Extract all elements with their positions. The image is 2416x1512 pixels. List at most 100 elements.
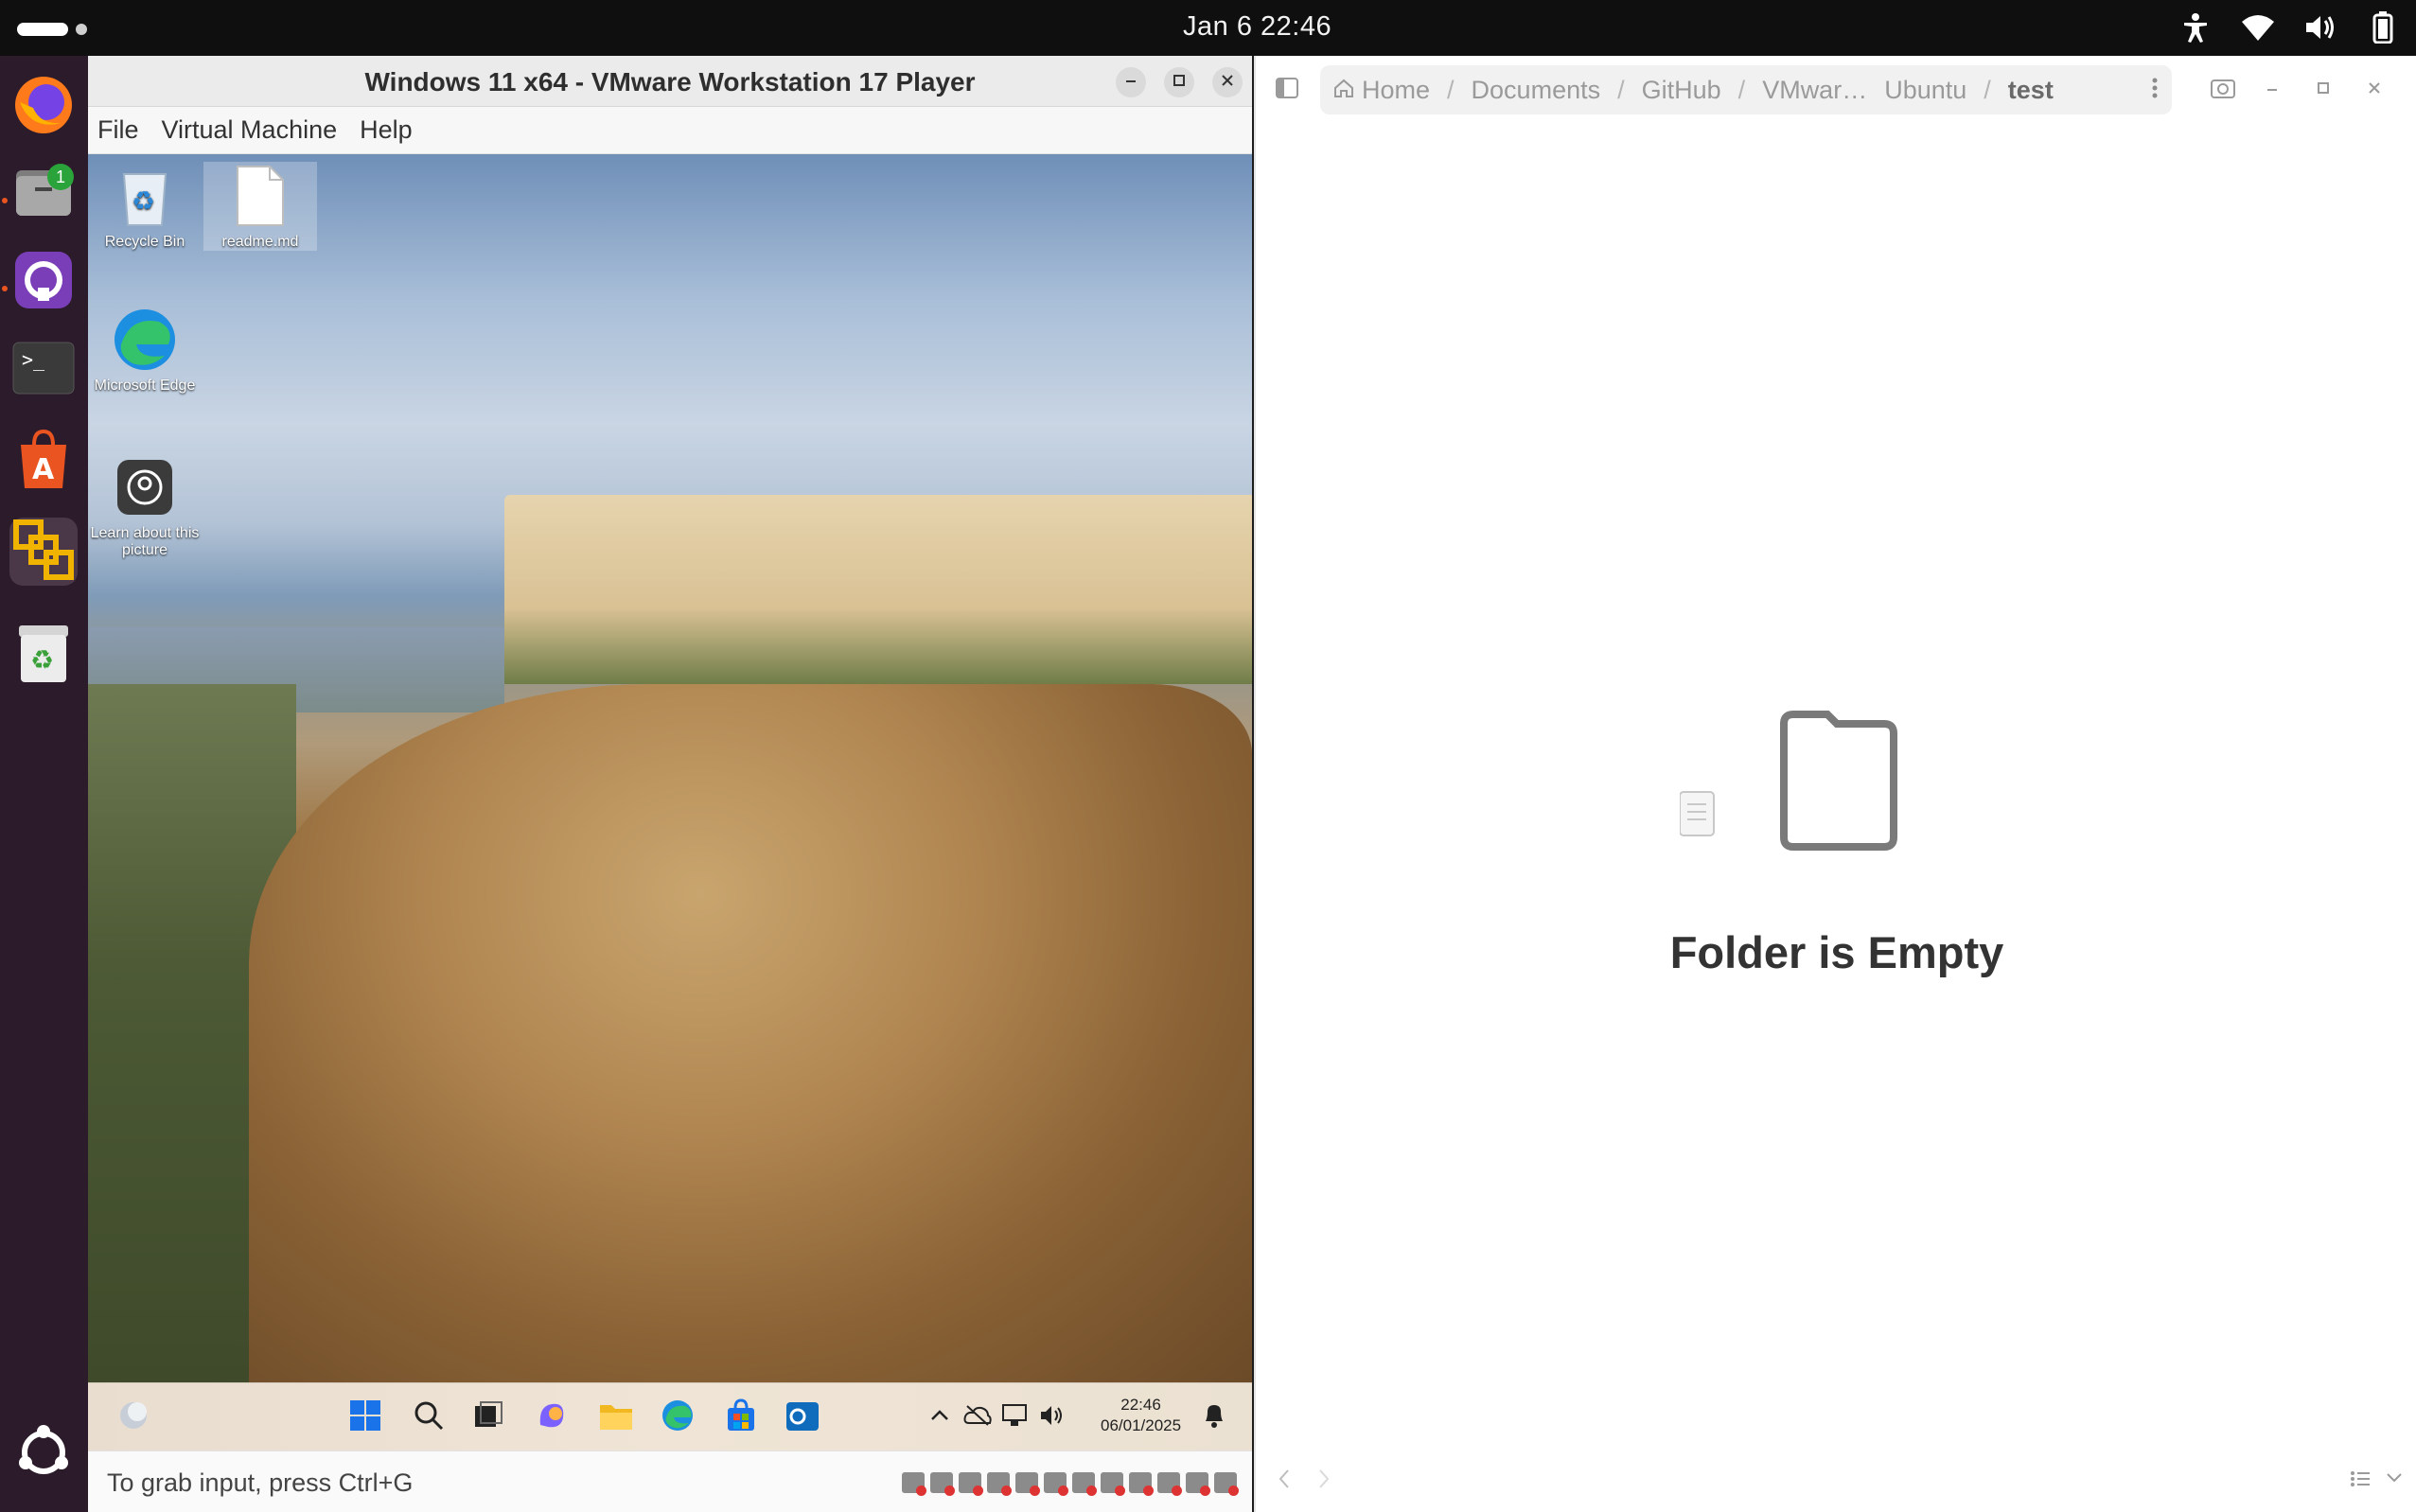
- github-launcher[interactable]: [9, 248, 78, 316]
- camera-icon: [111, 453, 179, 521]
- weather-icon: [116, 1398, 150, 1437]
- store-button[interactable]: [722, 1398, 760, 1436]
- sidebar-icon: [1275, 78, 1299, 103]
- menu-file[interactable]: File: [97, 115, 139, 145]
- vmware-titlebar[interactable]: Windows 11 x64 - VMware Workstation 17 P…: [88, 56, 1252, 107]
- vmware-launcher[interactable]: [9, 518, 78, 586]
- usb-device-icon[interactable]: [1186, 1472, 1210, 1496]
- maximize-button[interactable]: [2308, 75, 2338, 105]
- network-adapter-icon[interactable]: [987, 1472, 1012, 1496]
- workspace-indicator[interactable]: [17, 23, 68, 36]
- menu-virtual-machine[interactable]: Virtual Machine: [162, 115, 338, 145]
- terminal-launcher[interactable]: >_: [9, 336, 78, 404]
- taskbar-date: 06/01/2025: [1101, 1416, 1182, 1434]
- forward-button[interactable]: [1316, 1468, 1331, 1495]
- dock: 1 >_ A ♻: [0, 56, 88, 1512]
- terminal-icon: >_: [12, 342, 75, 399]
- volume-icon[interactable]: [2302, 9, 2338, 45]
- view-toggle-button[interactable]: [2350, 1469, 2371, 1493]
- trash-launcher[interactable]: ♻: [9, 621, 78, 689]
- accessibility-icon[interactable]: [2178, 9, 2213, 45]
- svg-text:>_: >_: [22, 348, 45, 371]
- close-button[interactable]: [1212, 67, 1243, 97]
- taskbar-search-button[interactable]: [410, 1398, 448, 1436]
- show-apps-button[interactable]: [9, 1420, 78, 1488]
- path-menu-button[interactable]: [2151, 77, 2159, 106]
- sidebar-toggle-button[interactable]: [1275, 77, 1299, 104]
- usb-device-icon[interactable]: [1129, 1472, 1154, 1496]
- task-view-icon: [471, 1398, 505, 1437]
- copilot-button[interactable]: [533, 1398, 571, 1436]
- message-log-icon[interactable]: [1214, 1472, 1239, 1496]
- edge-taskbar-button[interactable]: [659, 1398, 697, 1436]
- app-center-launcher[interactable]: A: [9, 427, 78, 495]
- widgets-button[interactable]: [115, 1398, 152, 1436]
- usb-device-icon[interactable]: [1101, 1472, 1125, 1496]
- firefox-launcher[interactable]: [9, 73, 78, 141]
- usb-device-icon[interactable]: [1044, 1472, 1068, 1496]
- wallpaper-cliff: [249, 684, 1252, 1382]
- outlook-button[interactable]: [784, 1398, 821, 1436]
- volume-button[interactable]: [1034, 1398, 1072, 1436]
- menu-help[interactable]: Help: [360, 115, 413, 145]
- files-launcher[interactable]: 1: [9, 160, 78, 228]
- home-icon[interactable]: [1333, 76, 1354, 105]
- breadcrumb-separator: /: [1447, 75, 1455, 104]
- start-button[interactable]: [346, 1398, 384, 1436]
- maximize-button[interactable]: [1164, 67, 1194, 97]
- desktop-icon-learn-picture[interactable]: Learn about this picture: [88, 453, 202, 559]
- edge-icon: [111, 306, 179, 374]
- usb-device-icon[interactable]: [1072, 1472, 1097, 1496]
- minimize-button[interactable]: [2257, 75, 2287, 105]
- file-explorer-button[interactable]: [597, 1398, 635, 1436]
- minimize-button[interactable]: [1116, 67, 1146, 97]
- list-view-icon: [2350, 1471, 2371, 1492]
- desktop-icon-label: Microsoft Edge: [94, 378, 196, 394]
- breadcrumb-test[interactable]: test: [2008, 76, 2054, 105]
- desktop-icon-edge[interactable]: Microsoft Edge: [88, 306, 202, 395]
- recycle-bin-icon: ♻: [111, 162, 179, 230]
- breadcrumb-ubuntu[interactable]: Ubuntu: [1884, 76, 1966, 105]
- grab-input-hint: To grab input, press Ctrl+G: [107, 1468, 414, 1497]
- onedrive-button[interactable]: [959, 1398, 996, 1436]
- close-button[interactable]: [2359, 75, 2390, 105]
- files-window: Home / Documents / GitHub / VMwar… Ubunt…: [1254, 56, 2416, 1512]
- hard-disk-icon[interactable]: [902, 1472, 926, 1496]
- desktop-icon-recycle-bin[interactable]: ♻ Recycle Bin: [88, 162, 202, 251]
- breadcrumb-vmware[interactable]: VMwar…: [1762, 76, 1867, 105]
- notifications-button[interactable]: [1195, 1398, 1233, 1436]
- usb-device-icon[interactable]: [1015, 1472, 1040, 1496]
- taskbar-clock[interactable]: 22:46 06/01/2025: [1101, 1395, 1181, 1436]
- breadcrumb-github[interactable]: GitHub: [1642, 76, 1721, 105]
- desktop-icon-readme[interactable]: readme.md: [203, 162, 317, 251]
- sound-card-icon[interactable]: [1157, 1472, 1182, 1496]
- back-button[interactable]: [1277, 1468, 1292, 1495]
- view-options-button[interactable]: [2386, 1471, 2403, 1489]
- breadcrumb-documents[interactable]: Documents: [1472, 76, 1601, 105]
- breadcrumb-separator: /: [1984, 75, 1991, 104]
- chevron-right-icon: [1316, 1469, 1331, 1494]
- guest-desktop[interactable]: ♻ Recycle Bin readme.md Microsoft Edge L…: [88, 154, 1252, 1382]
- show-hidden-icons-button[interactable]: [921, 1398, 959, 1436]
- windows-start-icon: [348, 1398, 382, 1437]
- chevron-down-icon: [2386, 1472, 2403, 1488]
- workspace-dot[interactable]: [76, 24, 87, 35]
- search-button[interactable]: [2208, 75, 2238, 105]
- system-status-area[interactable]: [2178, 9, 2401, 45]
- network-button[interactable]: [996, 1398, 1034, 1436]
- battery-icon[interactable]: [2365, 9, 2401, 45]
- desktop-icon-label: Recycle Bin: [104, 234, 185, 250]
- breadcrumb-home[interactable]: Home: [1362, 76, 1430, 105]
- cloud-off-icon: [963, 1404, 992, 1432]
- running-indicator: [2, 198, 8, 203]
- cd-dvd-icon[interactable]: [930, 1472, 955, 1496]
- files-badge: 1: [47, 164, 74, 190]
- maximize-icon: [2317, 81, 2330, 99]
- clock[interactable]: Jan 6 22:46: [1183, 11, 1331, 43]
- task-view-button[interactable]: [469, 1398, 507, 1436]
- floppy-icon[interactable]: [959, 1472, 983, 1496]
- wifi-icon[interactable]: [2240, 9, 2276, 45]
- trash-icon: ♻: [15, 622, 72, 689]
- vmware-statusbar: To grab input, press Ctrl+G: [88, 1450, 1252, 1512]
- window-title: Windows 11 x64 - VMware Workstation 17 P…: [364, 67, 976, 97]
